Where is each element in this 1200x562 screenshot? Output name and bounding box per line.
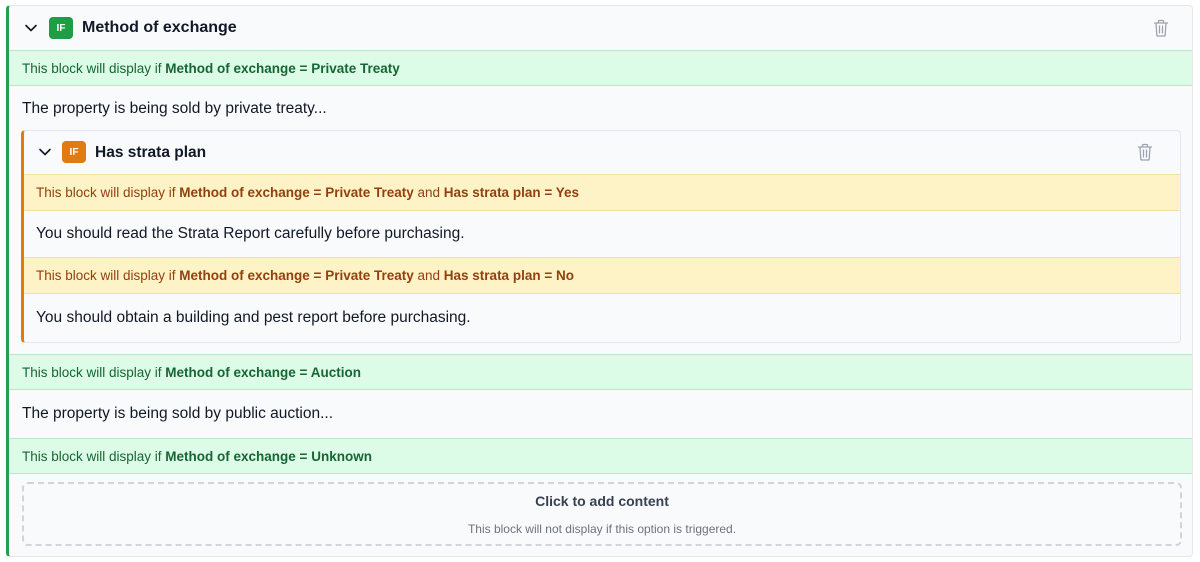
condition-expression: Method of exchange = Private Treaty — [179, 268, 414, 283]
trash-icon[interactable] — [1136, 142, 1154, 162]
if-block-has-strata-plan: IF Has strata plan This block will displ… — [21, 130, 1181, 343]
trash-icon[interactable] — [1152, 18, 1170, 38]
condition-banner: This block will display if Method of exc… — [9, 438, 1192, 474]
content-text[interactable]: The property is being sold by private tr… — [22, 86, 327, 132]
if-badge: IF — [49, 17, 73, 39]
add-content-hint: This block will not display if this opti… — [467, 521, 737, 536]
condition-banner: This block will display if Method of exc… — [24, 257, 1180, 294]
chevron-down-icon[interactable] — [36, 143, 54, 161]
block-title: Method of exchange — [82, 19, 237, 36]
if-block-method-of-exchange: IF Method of exchange This block will di… — [6, 5, 1193, 557]
condition-expression: Method of exchange = Private Treaty — [179, 185, 414, 200]
content-text[interactable]: You should read the Strata Report carefu… — [36, 211, 465, 257]
add-content-dropzone[interactable]: Click to add content This block will not… — [22, 482, 1182, 546]
add-content-label: Click to add content — [535, 492, 669, 509]
condition-expression: Method of exchange = Unknown — [165, 448, 372, 464]
condition-expression: Method of exchange = Private Treaty — [165, 60, 400, 76]
condition-banner: This block will display if Method of exc… — [9, 354, 1192, 390]
content-text[interactable]: The property is being sold by public auc… — [22, 390, 333, 438]
condition-expression: Has strata plan = Yes — [443, 185, 579, 200]
if-badge: IF — [62, 141, 86, 163]
chevron-down-icon[interactable] — [22, 19, 40, 37]
block-header[interactable]: IF Method of exchange — [9, 6, 1192, 50]
condition-expression: Method of exchange = Auction — [165, 364, 361, 380]
condition-banner: This block will display if Method of exc… — [24, 174, 1180, 211]
condition-expression: Has strata plan = No — [443, 268, 574, 283]
content-text[interactable]: You should obtain a building and pest re… — [36, 294, 471, 342]
block-title: Has strata plan — [95, 144, 207, 161]
condition-banner: This block will display if Method of exc… — [9, 50, 1192, 86]
block-header[interactable]: IF Has strata plan — [24, 131, 1180, 174]
